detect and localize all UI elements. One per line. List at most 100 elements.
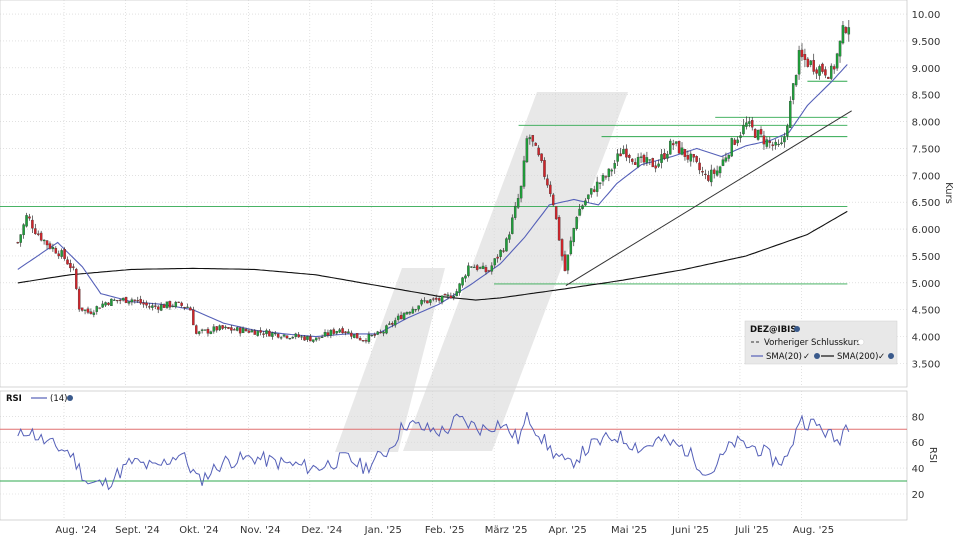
price-legend: DEZ@IBIS Vorheriger Schlusskurs SMA(20) … <box>744 320 898 365</box>
candle-body <box>186 306 189 308</box>
candle-body <box>786 125 789 136</box>
candle-body <box>633 162 637 165</box>
candle-body <box>69 263 72 269</box>
rsi-tick-label: 40 <box>912 464 925 475</box>
time-tick-label: Jan. '25 <box>364 525 402 536</box>
candle-body <box>511 217 514 234</box>
candle-body <box>154 305 157 307</box>
candle-body <box>446 294 450 297</box>
rsi-legend-title: RSI <box>6 394 22 404</box>
candle-body <box>183 306 186 309</box>
legend-sma200-check-icon[interactable]: ✓ <box>878 352 885 362</box>
candle-body <box>262 333 265 335</box>
candle-body <box>455 291 458 297</box>
candle-body <box>203 329 207 331</box>
price-tick-label: 7.000 <box>912 171 941 182</box>
price-tick-label: 8.500 <box>912 91 941 102</box>
candle-body <box>522 160 526 187</box>
candle-body <box>669 140 672 155</box>
candle-body <box>332 329 336 334</box>
candle-body <box>250 330 254 333</box>
candle-body <box>408 311 412 314</box>
candle-body <box>806 58 810 67</box>
candle-body <box>666 153 669 159</box>
candle-body <box>393 320 397 326</box>
candle-body <box>230 327 233 331</box>
candle-body <box>376 331 379 335</box>
candle-body <box>712 169 716 174</box>
time-tick-label: Dez. '24 <box>301 525 342 536</box>
candle-body <box>768 140 772 143</box>
legend-prev-close: Vorheriger Schlusskurs <box>764 338 862 348</box>
legend-sma20-check-icon[interactable]: ✓ <box>803 352 810 362</box>
time-tick-label: Nov. '24 <box>240 525 281 536</box>
candle-body <box>72 266 75 268</box>
candle-body <box>648 159 652 161</box>
legend-info-icon[interactable] <box>794 326 800 332</box>
chart-stage: 10.00 9.500 9.000 8.500 8.000 7.500 7.000 6.500… <box>0 0 960 540</box>
price-tick-label: 9.500 <box>912 37 941 48</box>
candle-body <box>432 298 435 300</box>
candle-body <box>121 298 125 301</box>
candle-body <box>607 168 611 177</box>
candle-body <box>288 338 292 340</box>
candle-body <box>777 143 780 146</box>
candle-body <box>28 216 31 219</box>
candle-body <box>827 76 830 79</box>
candle-body <box>543 160 546 177</box>
candle-body <box>215 326 218 331</box>
candle-body <box>341 328 344 334</box>
rsi-legend-period: (14) <box>50 394 67 404</box>
candle-body <box>835 53 839 69</box>
candle-body <box>385 325 388 334</box>
candle-body <box>487 270 491 272</box>
candle-body <box>110 298 113 307</box>
candle-body <box>113 299 116 301</box>
candle-body <box>505 238 508 252</box>
candle-body <box>399 315 403 320</box>
candle-body <box>420 300 423 305</box>
candle-body <box>34 228 37 235</box>
candle-body <box>797 50 801 75</box>
candle-body <box>314 337 318 341</box>
candle-body <box>692 153 695 158</box>
candle-body <box>329 330 333 336</box>
candle-body <box>233 329 236 331</box>
candle-body <box>358 337 362 341</box>
candle-body <box>493 258 496 266</box>
legend-toggle-icon[interactable] <box>857 338 865 346</box>
candle-body <box>841 25 845 44</box>
time-tick-label: Feb. '25 <box>425 525 465 536</box>
candle-body <box>575 217 578 230</box>
price-tick-label: 9.000 <box>912 64 941 75</box>
candle-body <box>540 153 543 162</box>
candle-body <box>434 297 438 300</box>
legend-sma20-settings-icon[interactable] <box>814 353 820 359</box>
candle-body <box>803 54 807 60</box>
candle-body <box>452 295 456 298</box>
candle-body <box>139 298 142 304</box>
rsi-legend-settings-icon[interactable] <box>67 395 73 401</box>
candle-body <box>470 266 473 268</box>
legend-sma200-settings-icon[interactable] <box>888 353 894 359</box>
candle-body <box>516 198 520 208</box>
candle-body <box>437 298 441 301</box>
candle-body <box>654 165 657 169</box>
candle-body <box>227 327 230 329</box>
candle-body <box>396 315 400 320</box>
rsi-axis-label: RSI <box>927 447 938 463</box>
candle-body <box>595 181 599 192</box>
candle-body <box>127 301 131 304</box>
price-tick-label: 3.500 <box>912 359 941 370</box>
candle-body <box>142 302 145 305</box>
candle-body <box>829 65 833 79</box>
candle-body <box>724 157 728 162</box>
candle-body <box>195 325 198 334</box>
candle-body <box>844 27 848 33</box>
candle-body <box>815 69 818 74</box>
candle-body <box>730 138 734 157</box>
candle-body <box>598 182 602 185</box>
candle-body <box>783 137 786 143</box>
candle-body <box>200 329 204 331</box>
candle-body <box>63 249 66 259</box>
